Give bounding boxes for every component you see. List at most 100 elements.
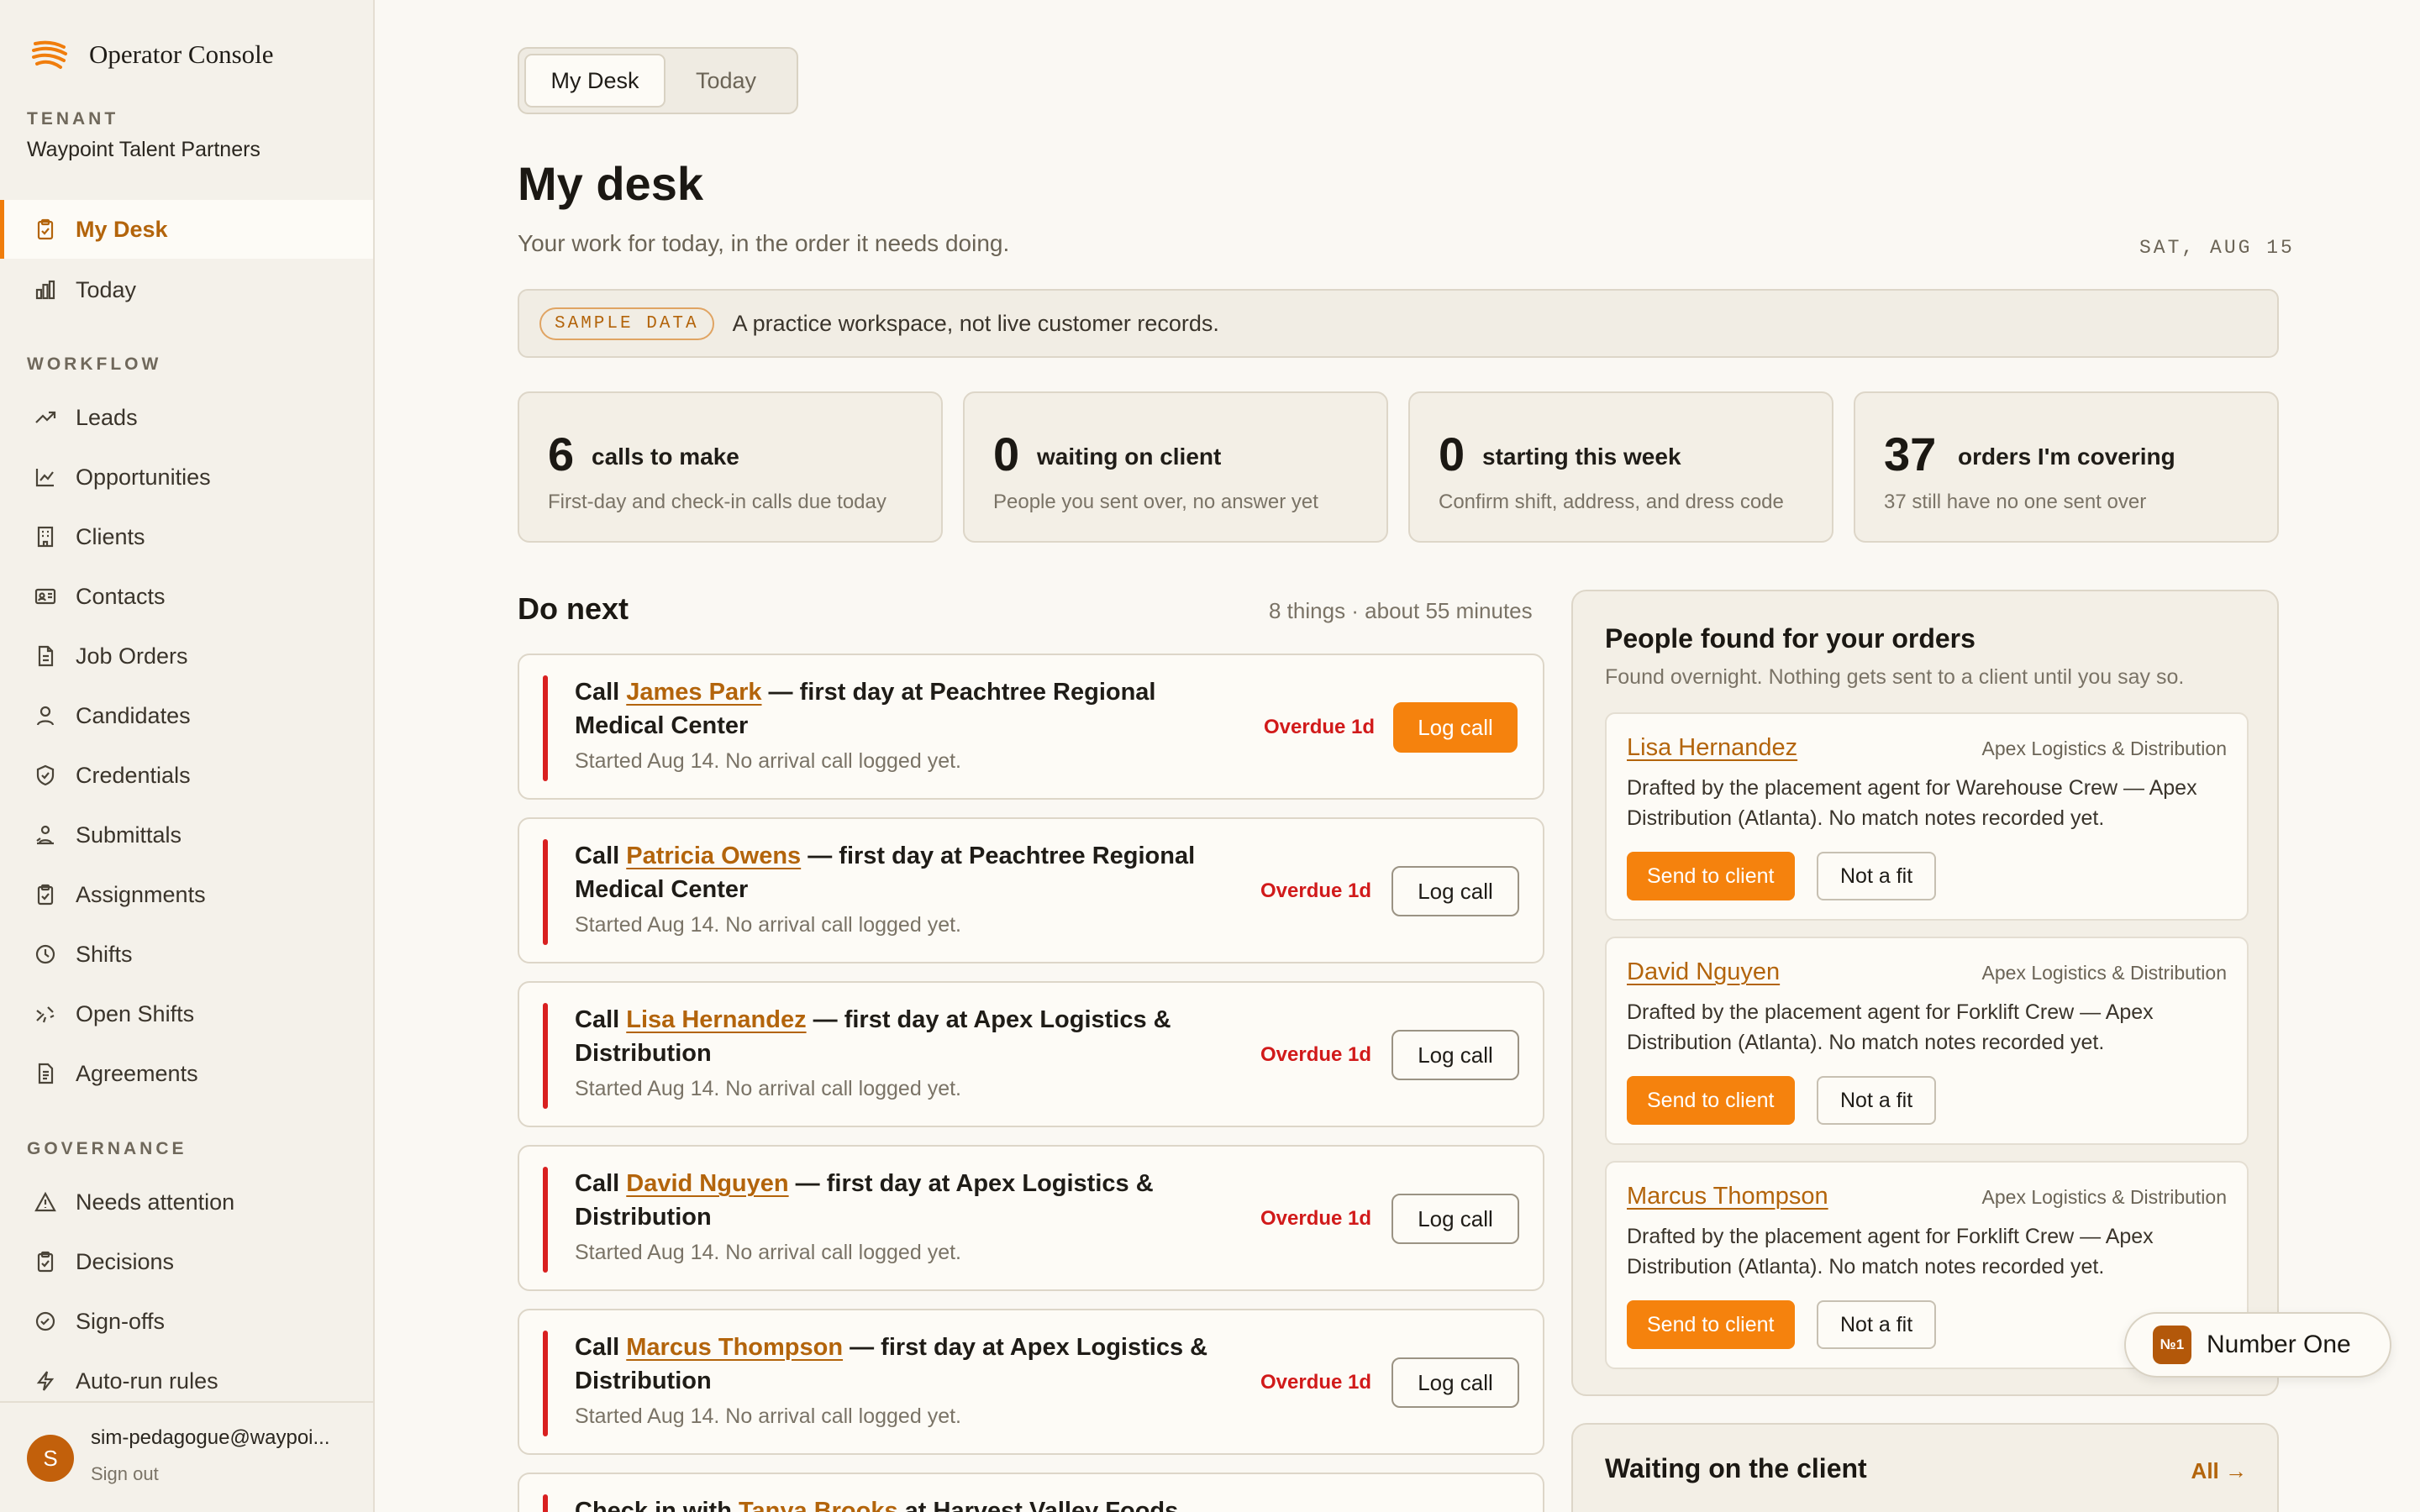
sidebar-item-label: My Desk — [76, 216, 168, 242]
lightning-icon — [36, 1371, 55, 1391]
candidate-description: Drafted by the placement agent for Forkl… — [1627, 1225, 2154, 1278]
task-title: Call David Nguyen — first day at Apex Lo… — [575, 1167, 1213, 1234]
candidate-org: Apex Logistics & Distribution — [1981, 1186, 2227, 1208]
tab-my-desk[interactable]: My Desk — [524, 54, 666, 108]
assistant-button[interactable]: №1 Number One — [2124, 1312, 2391, 1378]
bar-chart-icon — [35, 280, 55, 300]
not-a-fit-button[interactable]: Not a fit — [1817, 1300, 1937, 1349]
stat-hint: First-day and check-in calls due today — [548, 491, 886, 513]
sidebar-item-decisions[interactable]: Decisions — [0, 1232, 373, 1291]
task-card: Call David Nguyen — first day at Apex Lo… — [518, 1145, 1544, 1291]
sidebar-item-label: Leads — [76, 404, 138, 430]
task-prefix: Call — [575, 1334, 627, 1361]
person-link[interactable]: Marcus Thompson — [626, 1334, 843, 1361]
stat-card-waiting[interactable]: 0 waiting on client People you sent over… — [963, 391, 1388, 543]
task-prefix: Check in with — [575, 1498, 739, 1512]
log-call-button[interactable]: Log call — [1392, 1357, 1519, 1408]
overdue-indicator — [543, 1494, 548, 1512]
stat-label: calls to make — [592, 444, 739, 470]
log-call-button[interactable]: Log call — [1392, 1030, 1519, 1080]
person-link[interactable]: Lisa Hernandez — [626, 1006, 806, 1033]
candidate-org: Apex Logistics & Distribution — [1981, 962, 2227, 984]
candidate-name-link[interactable]: Lisa Hernandez — [1627, 734, 1797, 762]
sidebar-item-label: Submittals — [76, 822, 182, 848]
sign-out-link[interactable]: Sign out — [91, 1463, 159, 1485]
overdue-badge: Overdue 1d — [1260, 879, 1372, 902]
stat-label: starting this week — [1482, 444, 1681, 470]
task-suffix: at Harvest Valley Foods — [897, 1498, 1179, 1512]
sidebar-item-needs-attention[interactable]: Needs attention — [0, 1173, 373, 1231]
stat-label: waiting on client — [1037, 444, 1222, 470]
candidate-card: Lisa Hernandez Apex Logistics & Distribu… — [1605, 712, 2249, 921]
avatar[interactable]: S — [27, 1435, 74, 1482]
assistant-badge-icon: №1 — [2153, 1326, 2191, 1364]
user-send-icon — [36, 825, 54, 845]
sidebar-item-shifts[interactable]: Shifts — [0, 925, 373, 984]
stat-label: orders I'm covering — [1958, 444, 2175, 470]
sidebar-item-job-orders[interactable]: Job Orders — [0, 627, 373, 685]
brand[interactable]: Operator Console — [30, 35, 274, 74]
not-a-fit-button[interactable]: Not a fit — [1817, 1076, 1937, 1125]
stat-number: 0 — [1439, 428, 1465, 480]
stat-card-orders[interactable]: 37 orders I'm covering 37 still have no … — [1854, 391, 2279, 543]
sidebar-item-clients[interactable]: Clients — [0, 507, 373, 566]
log-call-button[interactable]: Log call — [1392, 1194, 1519, 1244]
sidebar-item-my-desk[interactable]: My Desk — [0, 200, 373, 259]
sample-data-pill: SAMPLE DATA — [539, 307, 714, 340]
send-to-client-button[interactable]: Send to client — [1627, 1076, 1795, 1125]
stat-hint: 37 still have no one sent over — [1884, 491, 2147, 513]
overdue-indicator — [543, 839, 548, 945]
trending-up-icon — [35, 411, 56, 423]
tab-today[interactable]: Today — [672, 54, 780, 108]
sidebar-item-candidates[interactable]: Candidates — [0, 686, 373, 745]
person-icon — [36, 706, 55, 726]
sidebar-item-credentials[interactable]: Credentials — [0, 746, 373, 805]
sidebar-item-leads[interactable]: Leads — [0, 388, 373, 447]
sidebar-item-opportunities[interactable]: Opportunities — [0, 448, 373, 507]
view-tabs: My Desk Today — [518, 47, 798, 114]
person-link[interactable]: David Nguyen — [626, 1170, 788, 1197]
sidebar-item-label: Opportunities — [76, 464, 211, 490]
not-a-fit-button[interactable]: Not a fit — [1817, 852, 1937, 900]
waiting-on-client-panel: Waiting on the client All → — [1571, 1423, 2279, 1512]
sidebar-item-label: Decisions — [76, 1248, 175, 1274]
person-link[interactable]: Tanya Brooks — [739, 1498, 898, 1512]
task-title: Call Marcus Thompson — first day at Apex… — [575, 1331, 1213, 1398]
sidebar-item-sign-offs[interactable]: Sign-offs — [0, 1292, 373, 1351]
sidebar-item-open-shifts[interactable]: Open Shifts — [0, 984, 373, 1043]
task-detail: Started Aug 14. No arrival call logged y… — [575, 913, 961, 937]
clipboard-check-icon — [37, 884, 54, 906]
sidebar-item-agreements[interactable]: Agreements — [0, 1044, 373, 1103]
sidebar-item-submittals[interactable]: Submittals — [0, 806, 373, 864]
sidebar-item-contacts[interactable]: Contacts — [0, 567, 373, 626]
sidebar-item-label: Needs attention — [76, 1189, 235, 1215]
candidate-name-link[interactable]: Marcus Thompson — [1627, 1183, 1828, 1210]
person-link[interactable]: Patricia Owens — [626, 843, 801, 869]
page-subtitle: Your work for today, in the order it nee… — [518, 230, 1010, 256]
log-call-button[interactable]: Log call — [1393, 702, 1518, 753]
task-detail: Started Aug 14. No arrival call logged y… — [575, 1077, 961, 1100]
stat-card-starting[interactable]: 0 starting this week Confirm shift, addr… — [1408, 391, 1833, 543]
send-to-client-button[interactable]: Send to client — [1627, 852, 1795, 900]
sidebar-item-label: Assignments — [76, 881, 206, 907]
sidebar-item-label: Candidates — [76, 702, 191, 728]
log-call-button[interactable]: Log call — [1392, 866, 1519, 916]
candidate-name-link[interactable]: David Nguyen — [1627, 958, 1780, 986]
document-icon — [38, 645, 54, 667]
stat-card-calls[interactable]: 6 calls to make First-day and check-in c… — [518, 391, 943, 543]
send-to-client-button[interactable]: Send to client — [1627, 1300, 1795, 1349]
person-link[interactable]: James Park — [626, 679, 761, 706]
check-circle-icon — [35, 1311, 55, 1331]
candidate-description: Drafted by the placement agent for Forkl… — [1627, 1000, 2154, 1054]
task-title: Check in with Tanya Brooks at Harvest Va… — [575, 1494, 1213, 1512]
task-card: Call James Park — first day at Peachtree… — [518, 654, 1544, 800]
task-title: Call Lisa Hernandez — first day at Apex … — [575, 1003, 1213, 1070]
task-title: Call Patricia Owens — first day at Peach… — [575, 839, 1213, 906]
overdue-badge: Overdue 1d — [1260, 1207, 1372, 1230]
candidate-org: Apex Logistics & Distribution — [1981, 738, 2227, 759]
id-card-icon — [34, 588, 56, 605]
view-all-link[interactable]: All → — [2191, 1458, 2247, 1484]
sidebar-item-assignments[interactable]: Assignments — [0, 865, 373, 924]
sidebar-item-label: Agreements — [76, 1060, 198, 1086]
sidebar-item-today[interactable]: Today — [0, 260, 373, 319]
